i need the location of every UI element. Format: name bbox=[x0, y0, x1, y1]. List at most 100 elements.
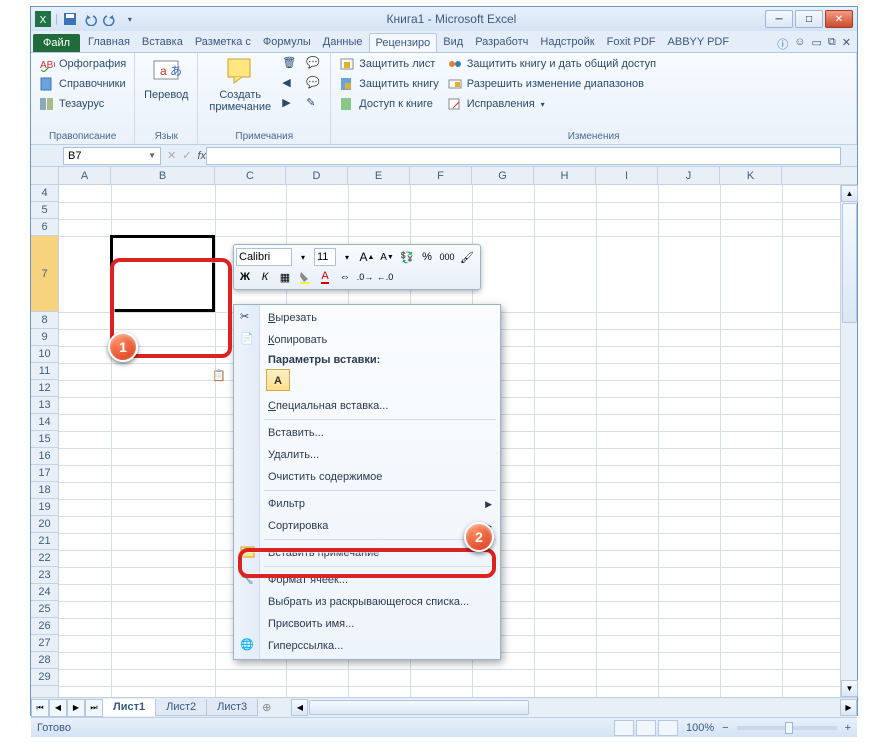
sheet-next-icon[interactable]: ▶ bbox=[67, 699, 85, 717]
tab-file[interactable]: Файл bbox=[33, 34, 80, 52]
scroll-left-icon[interactable]: ◀ bbox=[291, 699, 308, 716]
col-header-B[interactable]: B bbox=[111, 167, 215, 184]
tab-рецензиро[interactable]: Рецензиро bbox=[369, 33, 438, 52]
spelling-button[interactable]: ABCОрфография bbox=[37, 55, 128, 73]
protect-book-button[interactable]: Защитить книгу bbox=[337, 75, 441, 93]
sheet-last-icon[interactable]: ⏭ bbox=[85, 699, 103, 717]
row-header-17[interactable]: 17 bbox=[31, 465, 58, 482]
reference-button[interactable]: Справочники bbox=[37, 75, 128, 93]
tab-разметка с[interactable]: Разметка с bbox=[189, 33, 257, 52]
row-header-20[interactable]: 20 bbox=[31, 516, 58, 533]
col-header-I[interactable]: I bbox=[596, 167, 658, 184]
font-dropdown-icon[interactable]: ▾ bbox=[294, 248, 312, 266]
undo-icon[interactable] bbox=[82, 11, 98, 27]
show-comment-button[interactable]: 💬 bbox=[304, 55, 324, 73]
book-access-button[interactable]: Доступ к книге bbox=[337, 95, 441, 113]
font-size-input[interactable] bbox=[314, 248, 336, 266]
row-header-4[interactable]: 4 bbox=[31, 185, 58, 202]
row-header-5[interactable]: 5 bbox=[31, 202, 58, 219]
row-header-15[interactable]: 15 bbox=[31, 431, 58, 448]
row-header-11[interactable]: 11 bbox=[31, 363, 58, 380]
help-icon[interactable]: ⓘ bbox=[777, 36, 788, 52]
col-header-A[interactable]: A bbox=[59, 167, 111, 184]
allow-ranges-button[interactable]: Разрешить изменение диапазонов bbox=[445, 75, 658, 93]
fill-color-icon[interactable] bbox=[296, 268, 314, 286]
next-comment-button[interactable]: ▶ bbox=[280, 95, 300, 113]
close-workbook-icon[interactable]: ✕ bbox=[842, 36, 851, 52]
row-header-27[interactable]: 27 bbox=[31, 635, 58, 652]
tab-abbyy pdf[interactable]: ABBYY PDF bbox=[662, 33, 736, 52]
scroll-h-thumb[interactable] bbox=[309, 700, 529, 715]
close-button[interactable]: ✕ bbox=[825, 10, 853, 28]
zoom-slider[interactable] bbox=[737, 726, 837, 730]
select-all-corner[interactable] bbox=[31, 167, 59, 185]
col-header-G[interactable]: G bbox=[472, 167, 534, 184]
tab-надстройк[interactable]: Надстройк bbox=[534, 33, 600, 52]
view-page-break-button[interactable] bbox=[658, 720, 678, 736]
scroll-right-icon[interactable]: ▶ bbox=[840, 699, 857, 716]
new-comment-button[interactable]: Создать примечание bbox=[204, 55, 276, 113]
cm-dropdown-list[interactable]: Выбрать из раскрывающегося списка... bbox=[236, 591, 498, 613]
col-header-E[interactable]: E bbox=[348, 167, 410, 184]
increase-decimal-icon[interactable]: .0→ bbox=[356, 268, 374, 286]
row-header-16[interactable]: 16 bbox=[31, 448, 58, 465]
row-header-9[interactable]: 9 bbox=[31, 329, 58, 346]
sheet-prev-icon[interactable]: ◀ bbox=[49, 699, 67, 717]
comma-format-icon[interactable]: 000 bbox=[438, 248, 456, 266]
col-header-H[interactable]: H bbox=[534, 167, 596, 184]
vertical-scrollbar[interactable]: ▲ ▼ bbox=[840, 185, 857, 697]
cm-delete[interactable]: Удалить... bbox=[236, 444, 498, 466]
row-header-8[interactable]: 8 bbox=[31, 312, 58, 329]
tab-разработч[interactable]: Разработч bbox=[469, 33, 534, 52]
minimize-ribbon-icon[interactable]: ▭ bbox=[812, 36, 822, 52]
feedback-icon[interactable]: ☺ bbox=[794, 36, 805, 52]
show-all-comments-button[interactable]: 💬 bbox=[304, 75, 324, 93]
protect-sheet-button[interactable]: Защитить лист bbox=[337, 55, 441, 73]
cm-paste-special[interactable]: Специальная вставка... bbox=[236, 395, 498, 417]
tab-foxit pdf[interactable]: Foxit PDF bbox=[601, 33, 662, 52]
row-header-21[interactable]: 21 bbox=[31, 533, 58, 550]
row-header-26[interactable]: 26 bbox=[31, 618, 58, 635]
cm-cut[interactable]: ✂Вырезать bbox=[236, 307, 498, 329]
minimize-button[interactable]: ─ bbox=[765, 10, 793, 28]
tab-вид[interactable]: Вид bbox=[437, 33, 469, 52]
row-header-25[interactable]: 25 bbox=[31, 601, 58, 618]
row-header-13[interactable]: 13 bbox=[31, 397, 58, 414]
paste-values-option[interactable]: A bbox=[266, 369, 290, 391]
cm-filter[interactable]: Фильтр▶ bbox=[236, 493, 498, 515]
col-header-F[interactable]: F bbox=[410, 167, 472, 184]
qat-more-icon[interactable]: ▾ bbox=[122, 11, 138, 27]
borders-icon[interactable]: ▦ bbox=[276, 268, 294, 286]
cm-clear[interactable]: Очистить содержимое bbox=[236, 466, 498, 488]
font-name-input[interactable] bbox=[236, 248, 292, 266]
row-header-6[interactable]: 6 bbox=[31, 219, 58, 236]
tab-формулы[interactable]: Формулы bbox=[257, 33, 317, 52]
sheet-first-icon[interactable]: ⏮ bbox=[31, 699, 49, 717]
track-changes-button[interactable]: Исправления▾ bbox=[445, 95, 658, 113]
cm-hyperlink[interactable]: 🌐Гиперссылка... bbox=[236, 635, 498, 657]
new-sheet-icon[interactable]: ⊕ bbox=[262, 701, 271, 714]
col-header-C[interactable]: C bbox=[215, 167, 286, 184]
view-page-layout-button[interactable] bbox=[636, 720, 656, 736]
sheet-tab-Лист1[interactable]: Лист1 bbox=[102, 699, 156, 716]
row-header-23[interactable]: 23 bbox=[31, 567, 58, 584]
italic-icon[interactable]: К bbox=[256, 268, 274, 286]
translate-button[interactable]: aあПеревод bbox=[141, 55, 191, 101]
tab-данные[interactable]: Данные bbox=[317, 33, 369, 52]
sheet-tab-Лист3[interactable]: Лист3 bbox=[206, 699, 258, 716]
name-box[interactable]: B7▼ bbox=[63, 147, 161, 165]
formula-bar[interactable] bbox=[206, 147, 841, 165]
horizontal-scrollbar[interactable]: ◀ ▶ bbox=[291, 699, 857, 716]
sheet-tab-Лист2[interactable]: Лист2 bbox=[155, 699, 207, 716]
tab-вставка[interactable]: Вставка bbox=[136, 33, 189, 52]
cm-sort[interactable]: Сортировка▶ bbox=[236, 515, 498, 537]
show-ink-button[interactable]: ✎ bbox=[304, 95, 324, 113]
row-header-24[interactable]: 24 bbox=[31, 584, 58, 601]
cm-define-name[interactable]: Присвоить имя... bbox=[236, 613, 498, 635]
row-header-10[interactable]: 10 bbox=[31, 346, 58, 363]
cancel-icon[interactable]: ✕ bbox=[167, 149, 176, 162]
col-header-K[interactable]: K bbox=[720, 167, 782, 184]
zoom-out-icon[interactable]: − bbox=[722, 722, 728, 734]
bold-icon[interactable]: Ж bbox=[236, 268, 254, 286]
scroll-v-thumb[interactable] bbox=[842, 203, 857, 323]
